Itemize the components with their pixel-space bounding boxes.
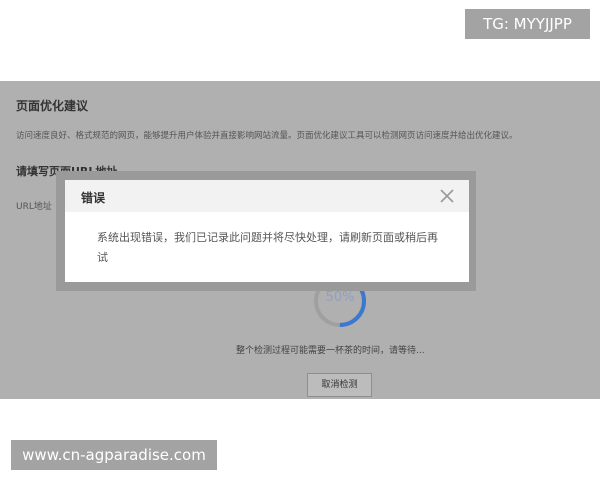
url-field-label: URL地址 [16, 202, 52, 212]
page-description: 访问速度良好、格式规范的网页，能够提升用户体验并直接影响网站流量。页面优化建议工… [16, 131, 518, 141]
wait-message: 整个检测过程可能需要一杯茶的时间，请等待... [236, 346, 425, 356]
page-title: 页面优化建议 [16, 99, 89, 113]
page-background: 页面优化建议 访问速度良好、格式规范的网页，能够提升用户体验并直接影响网站流量。… [0, 81, 600, 399]
dialog-message: 系统出现错误，我们已记录此问题并将尽快处理，请刷新页面或稍后再试 [97, 231, 438, 264]
close-icon[interactable] [437, 186, 457, 206]
tg-badge: TG: MYYJJPP [465, 9, 590, 39]
progress-percent: 50% [325, 290, 355, 305]
watermark: www.cn-agparadise.com [11, 440, 217, 470]
dialog-title: 错误 [81, 191, 106, 205]
cancel-detection-button[interactable]: 取消检测 [307, 373, 372, 397]
error-dialog: 错误 系统出现错误，我们已记录此问题并将尽快处理，请刷新页面或稍后再试 [65, 180, 469, 282]
dialog-header: 错误 [65, 180, 469, 212]
